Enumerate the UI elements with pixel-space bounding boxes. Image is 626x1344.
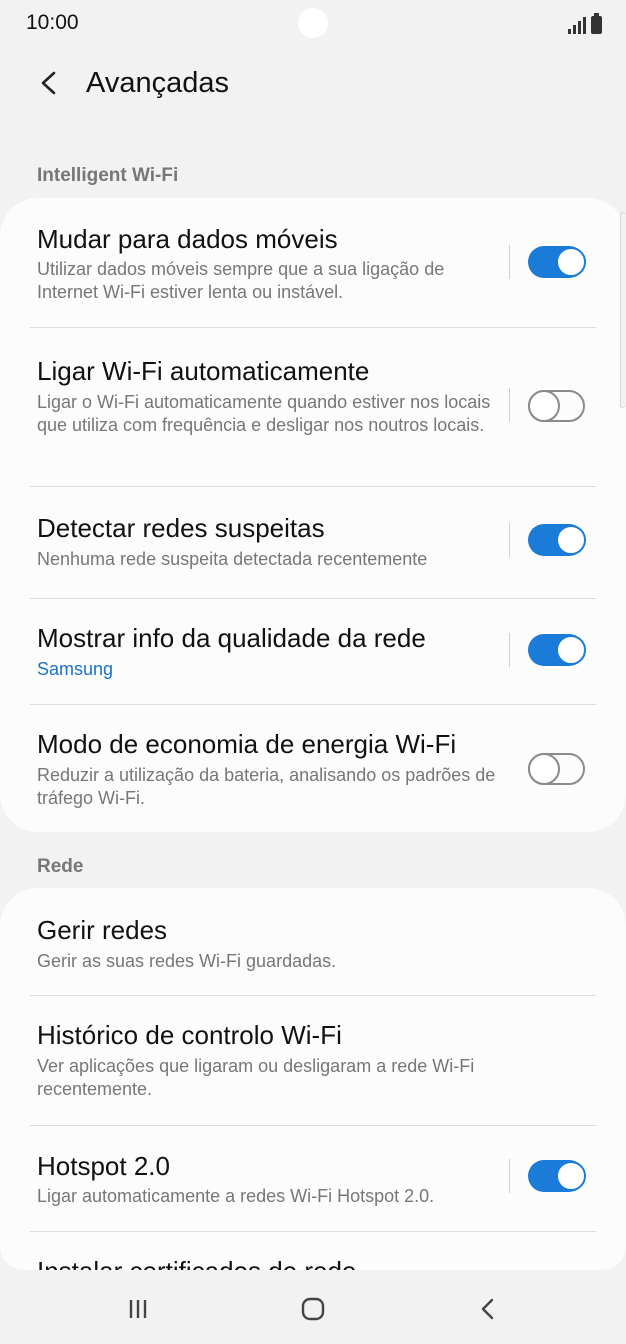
item-subtitle: Ligar automaticamente a redes Wi-Fi Hots… bbox=[37, 1186, 435, 1206]
home-button[interactable] bbox=[293, 1292, 333, 1326]
vertical-divider bbox=[509, 388, 510, 422]
page-title: Avançadas bbox=[86, 67, 229, 99]
item-subtitle: Samsung bbox=[37, 659, 114, 679]
rede-card: Gerir redes Gerir as suas redes Wi-Fi gu… bbox=[0, 888, 626, 1270]
scrollbar[interactable] bbox=[620, 212, 626, 408]
vertical-divider bbox=[509, 1159, 510, 1193]
toggle-network-quality[interactable] bbox=[528, 634, 586, 666]
status-time: 10:00 bbox=[26, 11, 79, 34]
item-title: Gerir redes bbox=[37, 915, 168, 945]
recents-icon bbox=[129, 1300, 147, 1318]
item-title: Histórico de controlo Wi-Fi bbox=[37, 1020, 342, 1050]
section-title-rede: Rede bbox=[37, 856, 84, 877]
item-title: Detectar redes suspeitas bbox=[37, 513, 325, 543]
toggle-auto-wifi[interactable] bbox=[528, 390, 585, 422]
item-subtitle: Nenhuma rede suspeita detectada recentem… bbox=[37, 549, 428, 569]
item-title: Instalar certificados de rede bbox=[37, 1256, 356, 1270]
list-item-install-certificates[interactable]: Instalar certificados de rede bbox=[0, 1232, 626, 1270]
list-item-hotspot-2[interactable]: Hotspot 2.0 Ligar automaticamente a rede… bbox=[0, 1126, 626, 1231]
nav-back-button[interactable] bbox=[468, 1292, 508, 1326]
status-icons bbox=[568, 12, 602, 34]
navigation-bar bbox=[0, 1270, 626, 1344]
back-icon bbox=[481, 1298, 494, 1320]
list-item-wifi-power-saving[interactable]: Modo de economia de energia Wi-Fi Reduzi… bbox=[0, 705, 626, 832]
item-title: Mostrar info da qualidade da rede bbox=[37, 623, 426, 653]
app-header: Avançadas bbox=[0, 55, 626, 111]
recents-button[interactable] bbox=[118, 1292, 158, 1326]
toggle-switch-mobile-data[interactable] bbox=[528, 246, 586, 278]
list-item-auto-wifi[interactable]: Ligar Wi-Fi automaticamente Ligar o Wi-F… bbox=[0, 328, 626, 486]
intelligent-wifi-card: Mudar para dados móveis Utilizar dados m… bbox=[0, 198, 626, 832]
list-item-manage-networks[interactable]: Gerir redes Gerir as suas redes Wi-Fi gu… bbox=[0, 888, 626, 995]
home-icon bbox=[301, 1297, 325, 1321]
item-title: Hotspot 2.0 bbox=[37, 1151, 170, 1181]
item-subtitle: Ligar o Wi-Fi automaticamente quando est… bbox=[37, 392, 491, 435]
list-item-network-quality[interactable]: Mostrar info da qualidade da rede Samsun… bbox=[0, 599, 626, 704]
list-item-detect-suspicious[interactable]: Detectar redes suspeitas Nenhuma rede su… bbox=[0, 487, 626, 598]
item-title: Modo de economia de energia Wi-Fi bbox=[37, 729, 457, 759]
status-bar: 10:00 bbox=[0, 0, 626, 50]
item-title: Ligar Wi-Fi automaticamente bbox=[37, 356, 370, 386]
vertical-divider bbox=[509, 633, 510, 667]
battery-icon bbox=[591, 13, 602, 34]
back-button[interactable] bbox=[30, 63, 70, 103]
chevron-left-icon bbox=[41, 71, 56, 95]
item-title: Mudar para dados móveis bbox=[37, 224, 338, 254]
section-title-intelligent-wifi: Intelligent Wi-Fi bbox=[37, 165, 179, 186]
item-subtitle: Utilizar dados móveis sempre que a sua l… bbox=[37, 259, 445, 302]
vertical-divider bbox=[509, 523, 510, 557]
item-subtitle: Reduzir a utilização da bateria, analisa… bbox=[37, 765, 496, 808]
toggle-wifi-power-saving[interactable] bbox=[528, 753, 585, 785]
item-subtitle: Ver aplicações que ligaram ou desligaram… bbox=[37, 1056, 475, 1099]
toggle-detect-suspicious[interactable] bbox=[528, 524, 586, 556]
list-item-switch-mobile-data[interactable]: Mudar para dados móveis Utilizar dados m… bbox=[0, 198, 626, 328]
signal-icon bbox=[568, 16, 586, 34]
list-item-wifi-control-history[interactable]: Histórico de controlo Wi-Fi Ver aplicaçõ… bbox=[0, 996, 626, 1125]
item-subtitle: Gerir as suas redes Wi-Fi guardadas. bbox=[37, 951, 337, 971]
vertical-divider bbox=[509, 245, 510, 279]
camera-cutout bbox=[298, 8, 328, 38]
toggle-hotspot-2[interactable] bbox=[528, 1160, 586, 1192]
